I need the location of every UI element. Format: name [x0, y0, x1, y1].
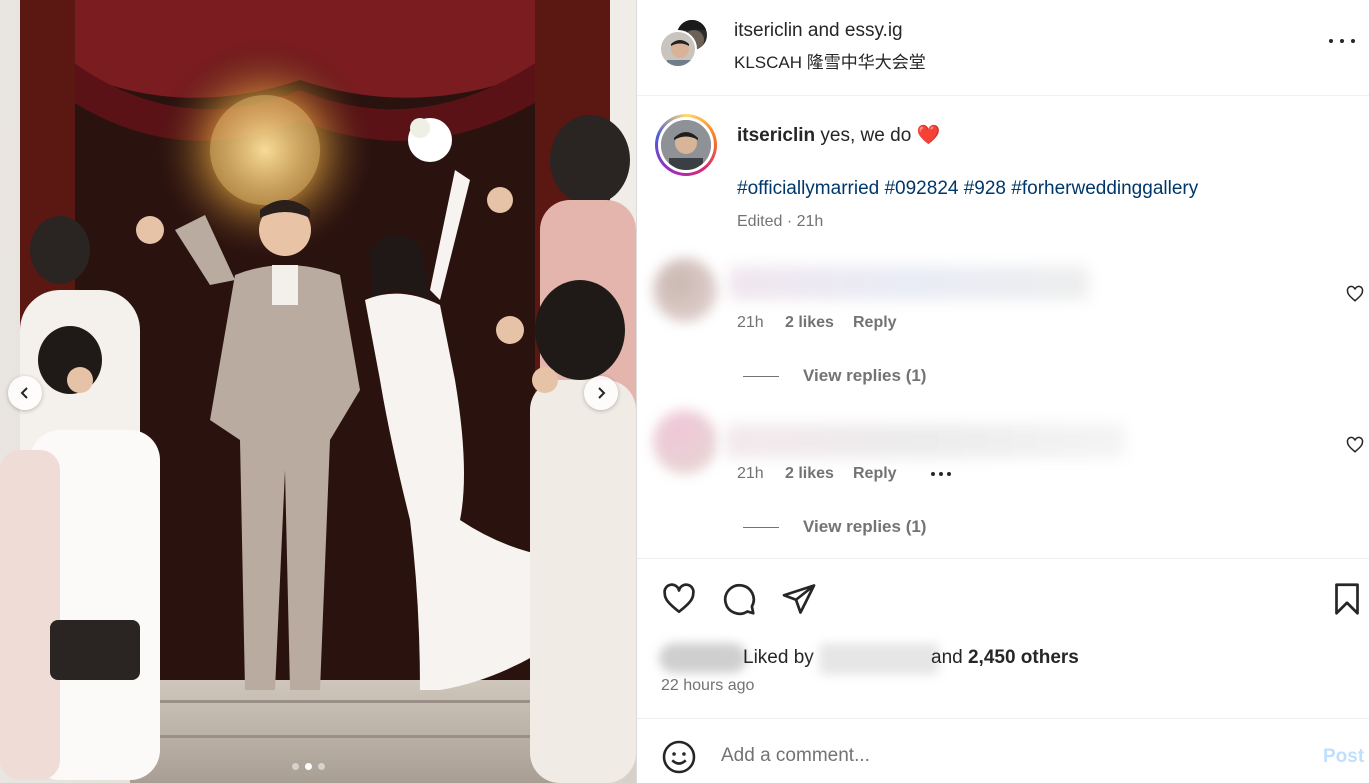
chevron-right-icon: [598, 387, 606, 399]
heart-outline-icon: [1346, 436, 1364, 453]
bookmark-icon: [1335, 583, 1359, 615]
post-header: itsericlin and essy.ig KLSCAH 隆雪中华大会堂: [637, 0, 1369, 96]
comment-meta: 21h 2 likes Reply: [737, 465, 951, 483]
caption-avatar[interactable]: [655, 114, 717, 176]
wedding-photo-image: [0, 0, 636, 783]
view-replies-line: [743, 375, 779, 377]
caption-hashtags[interactable]: #officiallymarried #092824 #928 #forherw…: [737, 178, 1198, 200]
others-count: 2,450 others: [967, 647, 1079, 668]
comment-time: 21h: [737, 465, 764, 482]
share-button[interactable]: [781, 581, 817, 617]
avatar[interactable]: [659, 30, 697, 68]
emoji-picker-button[interactable]: [661, 739, 697, 775]
view-replies-button[interactable]: View replies (1): [743, 366, 926, 386]
add-comment-bar: Post: [637, 718, 1369, 783]
collab-avatars[interactable]: [659, 18, 713, 70]
more-horizontal-icon: [1329, 39, 1333, 43]
post-photo[interactable]: [0, 0, 636, 783]
carousel-dot-active: [305, 763, 312, 770]
carousel-dots: [292, 763, 325, 770]
more-options-button[interactable]: [1329, 34, 1355, 48]
heart-outline-icon: [1346, 285, 1364, 302]
comment-options-button[interactable]: [931, 472, 951, 476]
liker-avatars-blurred: [659, 643, 747, 673]
next-photo-button[interactable]: [584, 376, 618, 410]
heart-icon: [663, 583, 695, 614]
comment-text-blurred: [729, 266, 1089, 300]
more-horizontal-icon-dot: [1351, 39, 1355, 43]
more-horizontal-icon-dot: [939, 472, 943, 476]
save-button[interactable]: [1329, 581, 1365, 617]
collab-username[interactable]: essy.ig: [845, 20, 903, 41]
comment-reply-button[interactable]: Reply: [853, 465, 931, 483]
smiley-icon: [662, 740, 696, 774]
carousel-dot: [292, 763, 299, 770]
paper-plane-icon: [782, 584, 816, 614]
chevron-left-icon: [20, 387, 28, 399]
comment-avatar-blurred[interactable]: [653, 258, 717, 322]
more-horizontal-icon-dot: [1340, 39, 1344, 43]
comment-bubble-icon: [723, 583, 756, 616]
view-replies-label: View replies (1): [803, 366, 927, 385]
and-text: and: [931, 647, 968, 668]
comment-reply-button[interactable]: Reply: [853, 314, 931, 332]
post-location[interactable]: KLSCAH 隆雪中华大会堂: [734, 48, 926, 73]
view-replies-line: [743, 526, 779, 528]
post-authors: itsericlin and essy.ig: [734, 20, 903, 42]
comment-button[interactable]: [721, 581, 757, 617]
caption-meta: Edited · 21h: [737, 213, 824, 230]
caption-username[interactable]: itsericlin: [737, 125, 815, 146]
comment-text-blurred: [725, 424, 1125, 458]
caption-body: yes, we do: [815, 125, 917, 146]
comment-avatar-blurred[interactable]: [653, 410, 717, 474]
like-button[interactable]: [661, 581, 697, 617]
comment-input[interactable]: [721, 741, 1281, 771]
previous-photo-button[interactable]: [8, 376, 42, 410]
more-horizontal-icon-dot: [947, 472, 951, 476]
post-timestamp[interactable]: 22 hours ago: [661, 677, 754, 695]
post-details-panel: itsericlin and essy.ig KLSCAH 隆雪中华大会堂 it…: [636, 0, 1369, 783]
comment-like-button[interactable]: [1346, 436, 1364, 454]
comment-likes[interactable]: 2 likes: [785, 314, 853, 332]
carousel-dot: [318, 763, 325, 770]
and-text: and: [802, 20, 845, 41]
liked-by-label: Liked by: [743, 647, 814, 668]
view-replies-label: View replies (1): [803, 517, 927, 536]
comment-meta: 21h 2 likes Reply: [737, 314, 931, 332]
more-horizontal-icon: [931, 472, 935, 476]
heart-emoji: ❤️: [916, 125, 941, 146]
caption-text: itsericlin yes, we do ❤️: [737, 123, 940, 147]
view-replies-button[interactable]: View replies (1): [743, 517, 926, 537]
liker-name-blurred: [819, 643, 939, 675]
post-actions: Liked by and 2,450 others 22 hours ago: [637, 558, 1369, 718]
comment-likes[interactable]: 2 likes: [785, 465, 853, 483]
post-comment-button[interactable]: Post: [1323, 746, 1364, 768]
avatar-ring: [658, 117, 714, 173]
avatar: [661, 120, 711, 170]
likes-count[interactable]: and 2,450 others: [931, 647, 1079, 669]
comment-like-button[interactable]: [1346, 285, 1364, 303]
liked-by-summary[interactable]: Liked by and 2,450 others: [659, 643, 1259, 675]
author-username[interactable]: itsericlin: [734, 20, 803, 41]
comment-time: 21h: [737, 314, 764, 331]
